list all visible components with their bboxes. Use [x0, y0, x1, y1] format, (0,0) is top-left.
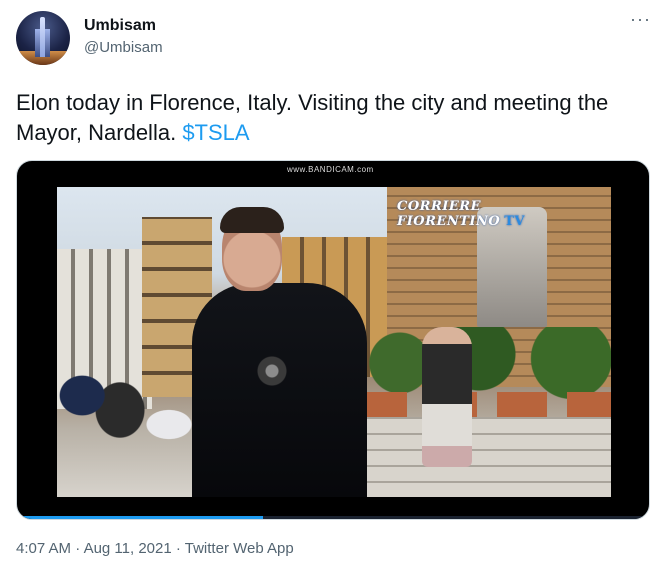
author-handle[interactable]: @Umbisam [84, 39, 163, 56]
author-display-name[interactable]: Umbisam [84, 17, 156, 35]
corriere-fiorentino-logo: CORRIERE FIORENTINO TV [397, 199, 611, 229]
avatar[interactable] [16, 11, 70, 65]
separator: · [171, 540, 185, 557]
cashtag-link[interactable]: $TSLA [182, 120, 249, 145]
man-shirt [192, 283, 367, 497]
video-progress-track[interactable] [17, 516, 649, 519]
tweet-body: Elon today in Florence, Italy. Visiting … [16, 90, 609, 145]
crowd [57, 352, 197, 497]
tweet-time[interactable]: 4:07 AM [16, 540, 71, 557]
woman-standing [422, 327, 472, 467]
logo-text: CORRIERE FIORENTINO [397, 199, 501, 229]
tweet-text: Elon today in Florence, Italy. Visiting … [16, 88, 636, 148]
video-player[interactable]: www.BANDICAM.com CORRIERE FIORENTINO TV [16, 160, 650, 520]
stone-steps [357, 417, 611, 497]
logo-tv: TV [504, 214, 525, 229]
tweet-source[interactable]: Twitter Web App [185, 540, 294, 557]
tweet-metadata: 4:07 AM · Aug 11, 2021 · Twitter Web App [16, 540, 294, 557]
shirt-print [252, 351, 292, 391]
more-options-icon[interactable]: ··· [630, 10, 651, 28]
video-frame[interactable]: CORRIERE FIORENTINO TV [57, 187, 611, 497]
bandicam-watermark: www.BANDICAM.com [287, 165, 374, 174]
video-progress-fill [17, 516, 264, 519]
man-in-foreground [192, 207, 367, 497]
avatar-tower [40, 17, 45, 57]
separator: · [71, 540, 84, 557]
man-hair [220, 207, 284, 233]
tweet-date[interactable]: Aug 11, 2021 [84, 540, 172, 557]
